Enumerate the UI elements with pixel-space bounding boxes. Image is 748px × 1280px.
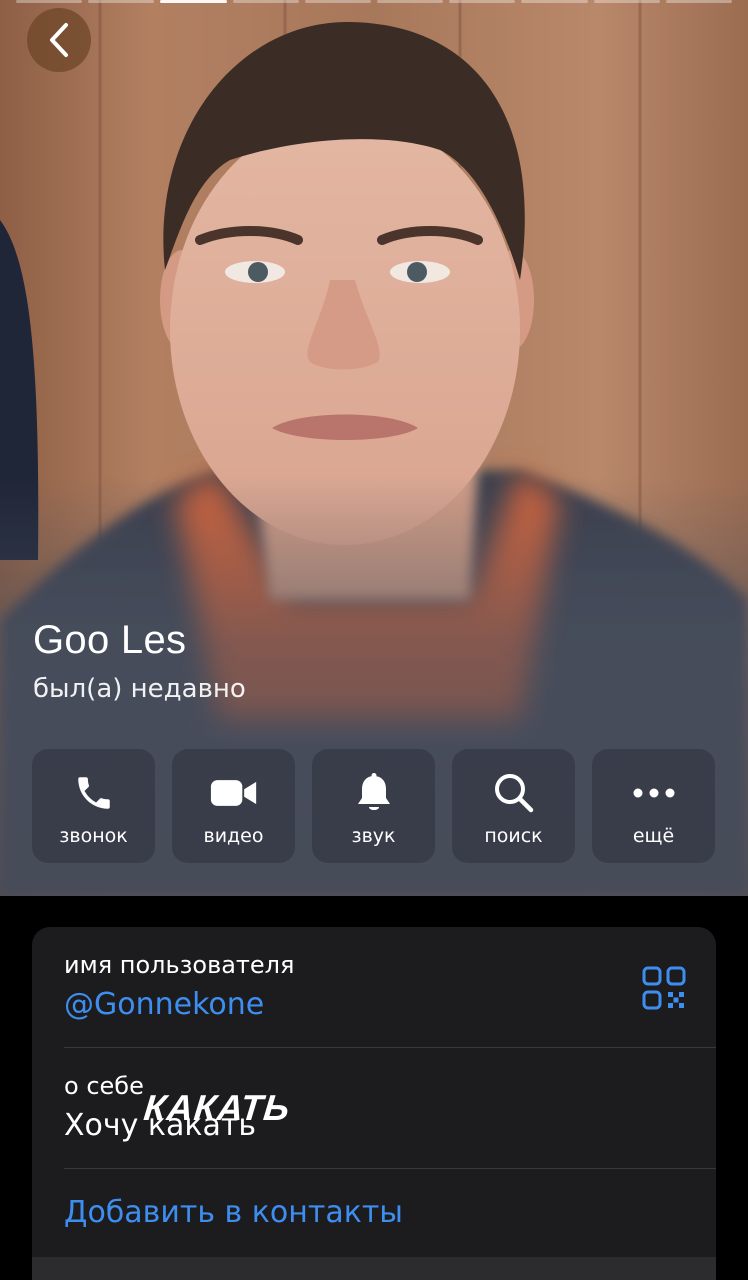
back-button[interactable] xyxy=(27,8,91,72)
story-segment xyxy=(16,0,83,3)
profile-screen: Goo Les был(а) недавно звонок видео звук… xyxy=(0,0,748,1280)
username-caption: имя пользователя xyxy=(64,951,295,979)
video-button[interactable]: видео xyxy=(172,749,295,863)
call-label: звонок xyxy=(59,825,128,847)
bell-icon xyxy=(350,771,398,815)
profile-status: был(а) недавно xyxy=(33,674,246,704)
search-label: поиск xyxy=(484,825,543,847)
action-bar: звонок видео звук поиск ещё xyxy=(32,749,716,863)
sound-label: звук xyxy=(351,825,396,847)
story-segment-active xyxy=(160,0,227,3)
info-card: имя пользователя @Gonnekone о себе Хочу … xyxy=(32,927,716,1280)
text-sticker-overlay: КАКАТЬ xyxy=(141,1087,293,1128)
story-segment xyxy=(88,0,155,3)
qr-code-button[interactable] xyxy=(642,966,686,1010)
sound-button[interactable]: звук xyxy=(312,749,435,863)
story-progress xyxy=(16,0,733,4)
more-button[interactable]: ещё xyxy=(592,749,715,863)
search-button[interactable]: поиск xyxy=(452,749,575,863)
search-icon xyxy=(490,771,538,815)
add-contact-button[interactable]: Добавить в контакты xyxy=(64,1195,403,1230)
video-label: видео xyxy=(203,825,264,847)
username-value[interactable]: @Gonnekone xyxy=(64,987,264,1022)
story-segment xyxy=(449,0,516,3)
story-segment xyxy=(377,0,444,3)
about-caption: о себе xyxy=(64,1072,144,1100)
phone-icon xyxy=(70,771,118,815)
chevron-left-icon xyxy=(50,23,68,57)
username-row[interactable]: имя пользователя @Gonnekone xyxy=(32,927,716,1047)
video-camera-icon xyxy=(210,771,258,815)
story-segment xyxy=(665,0,733,3)
story-segment xyxy=(232,0,299,3)
next-section xyxy=(32,1257,716,1280)
add-contact-row[interactable]: Добавить в контакты xyxy=(32,1169,716,1255)
profile-photo[interactable]: Goo Les был(а) недавно звонок видео звук… xyxy=(0,0,748,896)
profile-name: Goo Les xyxy=(33,618,187,662)
story-segment xyxy=(304,0,372,3)
call-button[interactable]: звонок xyxy=(32,749,155,863)
more-label: ещё xyxy=(632,825,675,847)
about-row: о себе Хочу какать xyxy=(32,1048,716,1168)
story-segment xyxy=(521,0,588,3)
qr-code-icon xyxy=(642,966,686,1010)
story-segment xyxy=(593,0,660,3)
more-dots-icon xyxy=(630,771,678,815)
